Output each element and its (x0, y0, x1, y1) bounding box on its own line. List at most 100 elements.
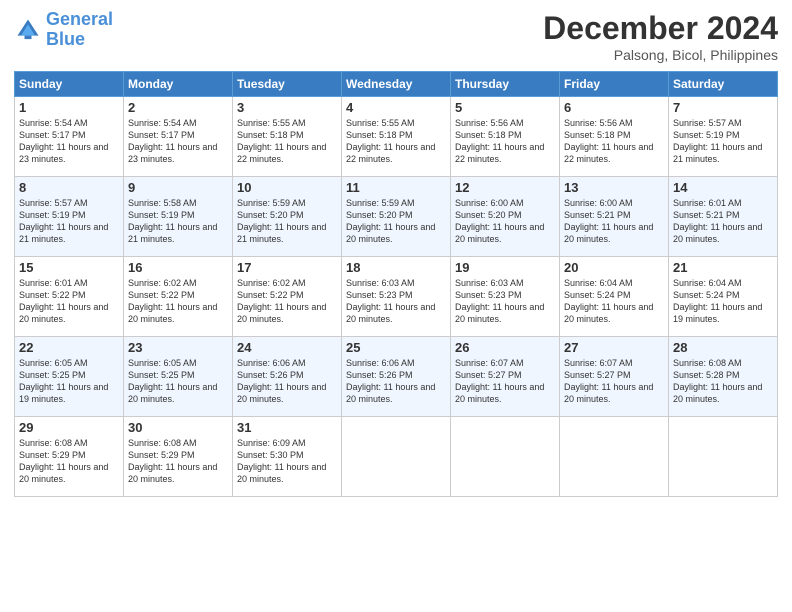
sunrise-text: Sunrise: 6:00 AM (455, 198, 524, 208)
sunrise-text: Sunrise: 6:06 AM (237, 358, 306, 368)
cell-info: Sunrise: 6:06 AM Sunset: 5:26 PM Dayligh… (237, 357, 337, 406)
cell-info: Sunrise: 6:03 AM Sunset: 5:23 PM Dayligh… (455, 277, 555, 326)
cell-info: Sunrise: 5:54 AM Sunset: 5:17 PM Dayligh… (128, 117, 228, 166)
calendar-week-row: 22 Sunrise: 6:05 AM Sunset: 5:25 PM Dayl… (15, 337, 778, 417)
daylight-text: Daylight: 11 hours and 20 minutes. (346, 302, 435, 324)
table-row (560, 417, 669, 497)
daylight-text: Daylight: 11 hours and 20 minutes. (564, 382, 653, 404)
sunrise-text: Sunrise: 6:00 AM (564, 198, 633, 208)
cell-info: Sunrise: 5:57 AM Sunset: 5:19 PM Dayligh… (19, 197, 119, 246)
table-row: 19 Sunrise: 6:03 AM Sunset: 5:23 PM Dayl… (451, 257, 560, 337)
table-row: 29 Sunrise: 6:08 AM Sunset: 5:29 PM Dayl… (15, 417, 124, 497)
daylight-text: Daylight: 11 hours and 23 minutes. (128, 142, 217, 164)
day-number: 24 (237, 340, 337, 355)
sunrise-text: Sunrise: 5:59 AM (346, 198, 415, 208)
daylight-text: Daylight: 11 hours and 22 minutes. (237, 142, 326, 164)
table-row: 21 Sunrise: 6:04 AM Sunset: 5:24 PM Dayl… (669, 257, 778, 337)
daylight-text: Daylight: 11 hours and 19 minutes. (19, 382, 108, 404)
daylight-text: Daylight: 11 hours and 20 minutes. (673, 382, 762, 404)
sunrise-text: Sunrise: 5:54 AM (128, 118, 197, 128)
cell-info: Sunrise: 6:02 AM Sunset: 5:22 PM Dayligh… (128, 277, 228, 326)
sunrise-text: Sunrise: 6:04 AM (564, 278, 633, 288)
month-title: December 2024 (543, 10, 778, 47)
daylight-text: Daylight: 11 hours and 20 minutes. (346, 382, 435, 404)
table-row: 22 Sunrise: 6:05 AM Sunset: 5:25 PM Dayl… (15, 337, 124, 417)
cell-info: Sunrise: 6:03 AM Sunset: 5:23 PM Dayligh… (346, 277, 446, 326)
cell-info: Sunrise: 5:57 AM Sunset: 5:19 PM Dayligh… (673, 117, 773, 166)
day-number: 27 (564, 340, 664, 355)
day-number: 8 (19, 180, 119, 195)
table-row: 14 Sunrise: 6:01 AM Sunset: 5:21 PM Dayl… (669, 177, 778, 257)
calendar-header-row: Sunday Monday Tuesday Wednesday Thursday… (15, 72, 778, 97)
sunset-text: Sunset: 5:19 PM (19, 210, 86, 220)
sunrise-text: Sunrise: 6:08 AM (673, 358, 742, 368)
cell-info: Sunrise: 6:09 AM Sunset: 5:30 PM Dayligh… (237, 437, 337, 486)
sunset-text: Sunset: 5:26 PM (346, 370, 413, 380)
cell-info: Sunrise: 6:00 AM Sunset: 5:20 PM Dayligh… (455, 197, 555, 246)
sunrise-text: Sunrise: 6:04 AM (673, 278, 742, 288)
calendar-week-row: 29 Sunrise: 6:08 AM Sunset: 5:29 PM Dayl… (15, 417, 778, 497)
sunrise-text: Sunrise: 6:03 AM (455, 278, 524, 288)
table-row: 23 Sunrise: 6:05 AM Sunset: 5:25 PM Dayl… (124, 337, 233, 417)
cell-info: Sunrise: 6:04 AM Sunset: 5:24 PM Dayligh… (564, 277, 664, 326)
col-tuesday: Tuesday (233, 72, 342, 97)
daylight-text: Daylight: 11 hours and 20 minutes. (128, 302, 217, 324)
sunset-text: Sunset: 5:19 PM (128, 210, 195, 220)
daylight-text: Daylight: 11 hours and 20 minutes. (19, 302, 108, 324)
sunrise-text: Sunrise: 6:02 AM (128, 278, 197, 288)
table-row: 28 Sunrise: 6:08 AM Sunset: 5:28 PM Dayl… (669, 337, 778, 417)
col-wednesday: Wednesday (342, 72, 451, 97)
table-row: 3 Sunrise: 5:55 AM Sunset: 5:18 PM Dayli… (233, 97, 342, 177)
day-number: 23 (128, 340, 228, 355)
day-number: 29 (19, 420, 119, 435)
sunset-text: Sunset: 5:17 PM (19, 130, 86, 140)
calendar-week-row: 8 Sunrise: 5:57 AM Sunset: 5:19 PM Dayli… (15, 177, 778, 257)
calendar-table: Sunday Monday Tuesday Wednesday Thursday… (14, 71, 778, 497)
cell-info: Sunrise: 6:07 AM Sunset: 5:27 PM Dayligh… (564, 357, 664, 406)
sunset-text: Sunset: 5:18 PM (455, 130, 522, 140)
location-subtitle: Palsong, Bicol, Philippines (543, 47, 778, 63)
daylight-text: Daylight: 11 hours and 20 minutes. (128, 462, 217, 484)
cell-info: Sunrise: 6:05 AM Sunset: 5:25 PM Dayligh… (19, 357, 119, 406)
daylight-text: Daylight: 11 hours and 21 minutes. (19, 222, 108, 244)
sunrise-text: Sunrise: 6:09 AM (237, 438, 306, 448)
sunset-text: Sunset: 5:18 PM (564, 130, 631, 140)
daylight-text: Daylight: 11 hours and 22 minutes. (564, 142, 653, 164)
header: General Blue December 2024 Palsong, Bico… (14, 10, 778, 63)
sunset-text: Sunset: 5:18 PM (346, 130, 413, 140)
day-number: 31 (237, 420, 337, 435)
day-number: 30 (128, 420, 228, 435)
table-row: 12 Sunrise: 6:00 AM Sunset: 5:20 PM Dayl… (451, 177, 560, 257)
calendar-week-row: 1 Sunrise: 5:54 AM Sunset: 5:17 PM Dayli… (15, 97, 778, 177)
sunset-text: Sunset: 5:22 PM (128, 290, 195, 300)
table-row: 26 Sunrise: 6:07 AM Sunset: 5:27 PM Dayl… (451, 337, 560, 417)
table-row: 13 Sunrise: 6:00 AM Sunset: 5:21 PM Dayl… (560, 177, 669, 257)
sunset-text: Sunset: 5:30 PM (237, 450, 304, 460)
day-number: 2 (128, 100, 228, 115)
sunset-text: Sunset: 5:23 PM (346, 290, 413, 300)
day-number: 1 (19, 100, 119, 115)
sunset-text: Sunset: 5:21 PM (564, 210, 631, 220)
day-number: 21 (673, 260, 773, 275)
day-number: 15 (19, 260, 119, 275)
table-row: 4 Sunrise: 5:55 AM Sunset: 5:18 PM Dayli… (342, 97, 451, 177)
daylight-text: Daylight: 11 hours and 20 minutes. (455, 302, 544, 324)
sunset-text: Sunset: 5:21 PM (673, 210, 740, 220)
sunrise-text: Sunrise: 6:08 AM (128, 438, 197, 448)
sunset-text: Sunset: 5:29 PM (128, 450, 195, 460)
day-number: 10 (237, 180, 337, 195)
table-row: 6 Sunrise: 5:56 AM Sunset: 5:18 PM Dayli… (560, 97, 669, 177)
sunset-text: Sunset: 5:20 PM (237, 210, 304, 220)
cell-info: Sunrise: 6:01 AM Sunset: 5:22 PM Dayligh… (19, 277, 119, 326)
col-monday: Monday (124, 72, 233, 97)
page-container: General Blue December 2024 Palsong, Bico… (0, 0, 792, 507)
sunrise-text: Sunrise: 6:01 AM (673, 198, 742, 208)
title-block: December 2024 Palsong, Bicol, Philippine… (543, 10, 778, 63)
sunset-text: Sunset: 5:24 PM (564, 290, 631, 300)
table-row: 20 Sunrise: 6:04 AM Sunset: 5:24 PM Dayl… (560, 257, 669, 337)
day-number: 28 (673, 340, 773, 355)
daylight-text: Daylight: 11 hours and 20 minutes. (19, 462, 108, 484)
sunset-text: Sunset: 5:24 PM (673, 290, 740, 300)
daylight-text: Daylight: 11 hours and 20 minutes. (237, 382, 326, 404)
daylight-text: Daylight: 11 hours and 20 minutes. (455, 222, 544, 244)
